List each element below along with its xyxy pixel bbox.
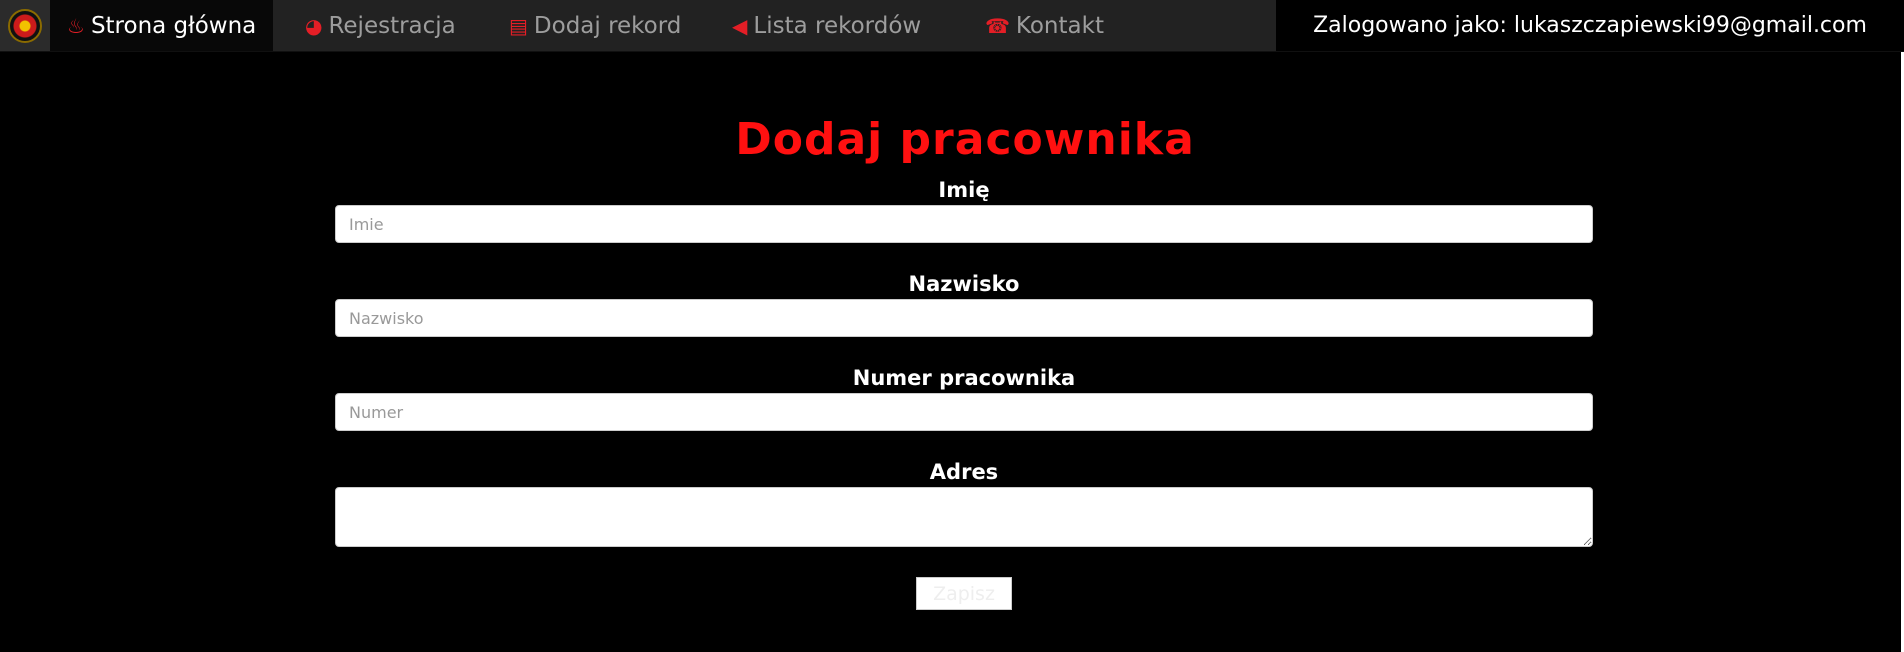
list-icon: ▤ bbox=[509, 13, 528, 38]
employee-number-input[interactable] bbox=[335, 393, 1593, 431]
nav-item-label: Strona główna bbox=[90, 12, 257, 39]
logged-in-user: Zalogowano jako: lukaszczapiewski99@gmai… bbox=[1276, 0, 1904, 51]
save-button[interactable]: Zapisz bbox=[916, 577, 1012, 610]
first-name-input[interactable] bbox=[335, 205, 1593, 243]
nav-item-record-list[interactable]: ◀ Lista rekordów bbox=[715, 0, 938, 51]
nav-item-label: Dodaj rekord bbox=[533, 12, 682, 39]
globe-icon: ◕ bbox=[305, 13, 323, 38]
megaphone-icon: ◀ bbox=[732, 13, 748, 38]
last-name-input[interactable] bbox=[335, 299, 1593, 337]
nav-item-label: Kontakt bbox=[1015, 12, 1104, 39]
nav-item-contact[interactable]: ☎ Kontakt bbox=[968, 0, 1121, 51]
nav-item-label: Rejestracja bbox=[328, 12, 456, 39]
last-name-label: Nazwisko bbox=[908, 272, 1020, 296]
page: ♨ Strona główna ◕ Rejestracja ▤ Dodaj re… bbox=[0, 0, 1904, 652]
first-name-label: Imię bbox=[938, 178, 990, 202]
nav-item-label: Lista rekordów bbox=[753, 12, 922, 39]
nav-item-home[interactable]: ♨ Strona główna bbox=[50, 0, 274, 51]
phone-icon: ☎ bbox=[985, 13, 1010, 38]
employee-number-label: Numer pracownika bbox=[852, 366, 1076, 390]
fire-icon: ♨ bbox=[67, 13, 85, 38]
page-title: Dodaj pracownika bbox=[735, 114, 1195, 165]
main-content: Dodaj pracownika Imię Nazwisko Numer pra… bbox=[0, 52, 1901, 652]
nav-item-registration[interactable]: ◕ Rejestracja bbox=[288, 0, 473, 51]
brand-logo[interactable] bbox=[0, 0, 50, 51]
navbar: ♨ Strona główna ◕ Rejestracja ▤ Dodaj re… bbox=[0, 0, 1904, 52]
nav-item-add-record[interactable]: ▤ Dodaj rekord bbox=[492, 0, 698, 51]
address-label: Adres bbox=[929, 460, 999, 484]
address-textarea[interactable] bbox=[335, 487, 1593, 547]
fire-department-logo bbox=[8, 8, 42, 43]
